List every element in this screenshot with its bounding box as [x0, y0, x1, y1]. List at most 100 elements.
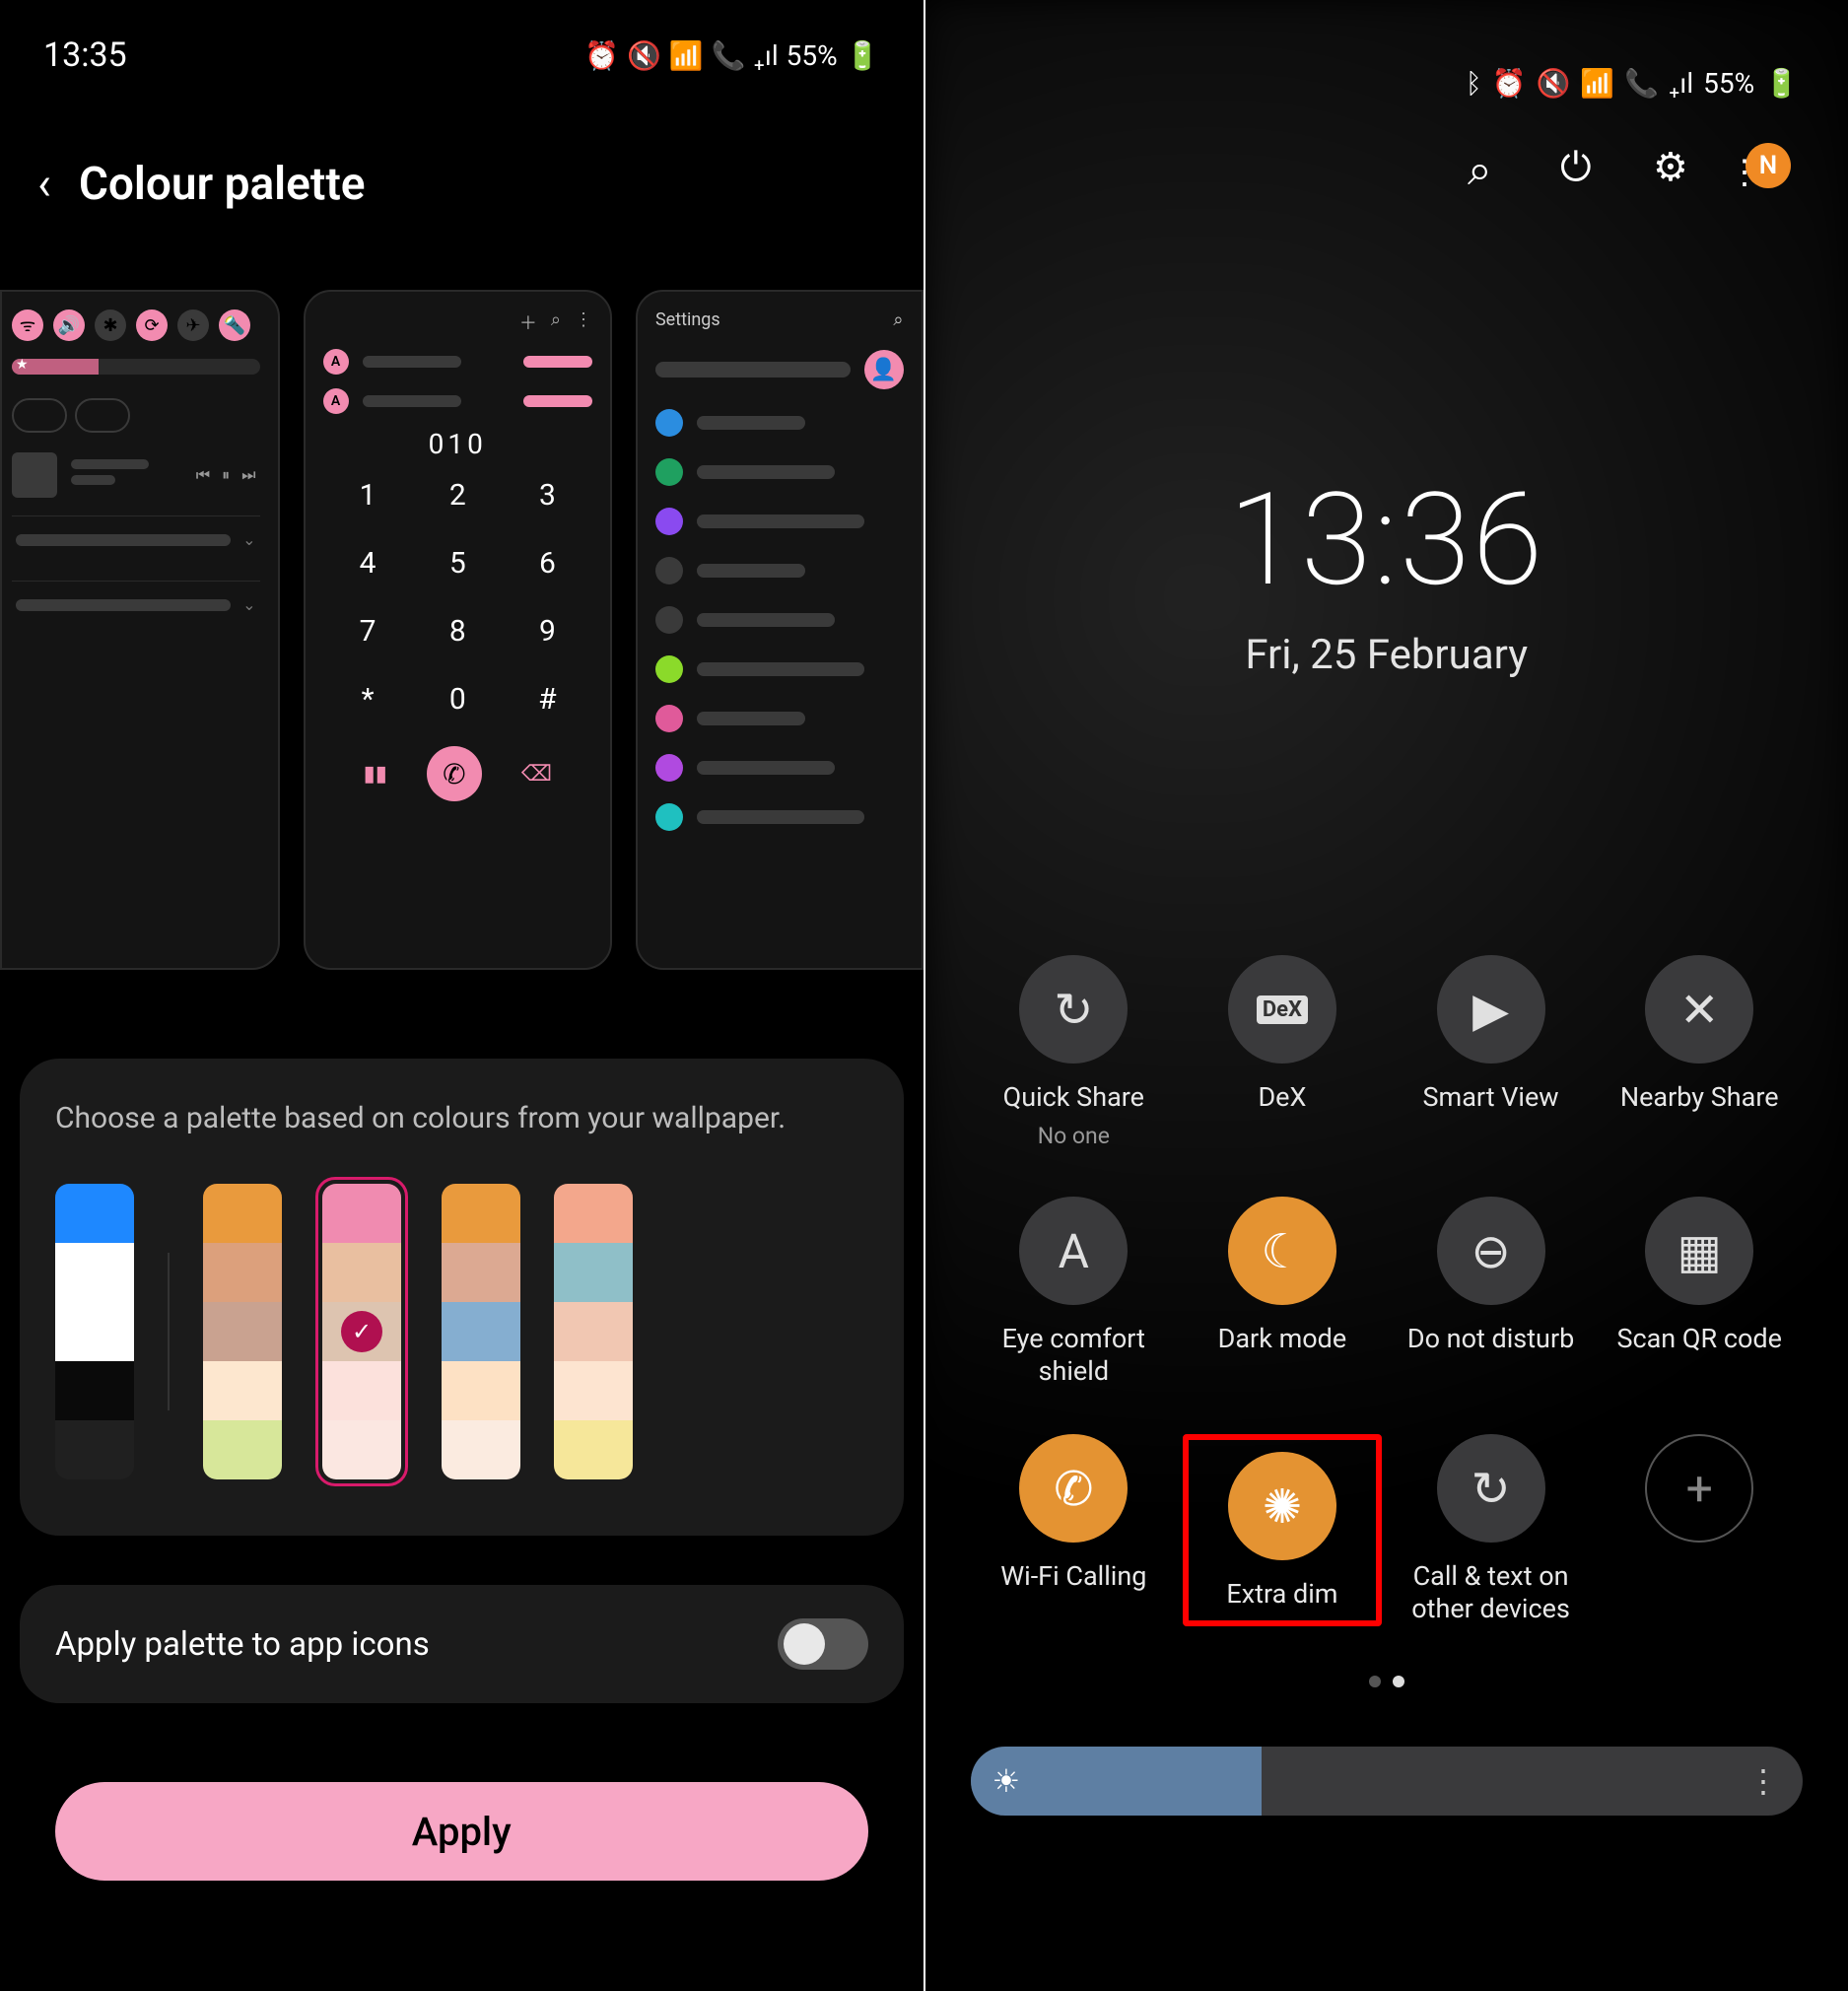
battery-pct: 55% — [787, 39, 838, 72]
add-icon: + — [1645, 1434, 1753, 1543]
settings-gear-icon[interactable]: ⚙ — [1653, 144, 1696, 187]
dial-key: 1 — [323, 478, 413, 513]
palette-swatch[interactable] — [554, 1184, 633, 1479]
settings-item-icon — [655, 409, 683, 437]
qs-tile-dnd[interactable]: ⊖Do not disturb — [1392, 1197, 1591, 1387]
status-right: ⏰ 🔇 📶 📞 ₊ıl 55% 🔋 — [584, 39, 879, 72]
qs-tile-dex[interactable]: DeX DeX — [1183, 955, 1382, 1149]
qs-tile-smart-view[interactable]: ▶Smart View — [1392, 955, 1591, 1149]
dex-icon: DeX — [1228, 955, 1336, 1064]
palette-panel: Choose a palette based on colours from y… — [20, 1059, 904, 1536]
signal-icon: ₊ıl — [754, 39, 779, 72]
contact-avatar: A — [323, 388, 349, 414]
wifi-calling-icon: ✆ — [1019, 1434, 1128, 1543]
palette-swatch[interactable] — [203, 1184, 282, 1479]
qs-tile-label: Eye comfort shield — [975, 1323, 1174, 1387]
palette-swatch[interactable]: ✓ — [315, 1177, 408, 1486]
dial-key: # — [503, 682, 592, 717]
qs-tile-eye-comfort[interactable]: A Eye comfort shield — [975, 1197, 1174, 1387]
battery-icon: 🔋 — [846, 39, 880, 72]
settings-item-label — [697, 515, 864, 528]
preview-dialer[interactable]: ＋⌕⋮ A A 010 123456789*0# ▮▮ ✆ ⌫ — [304, 290, 612, 970]
swatch-divider — [168, 1253, 170, 1410]
apply-icons-row[interactable]: Apply palette to app icons — [20, 1585, 904, 1703]
search-icon[interactable]: ⌕ — [1468, 144, 1511, 187]
qs-tile-call-text[interactable]: ↻ Call & text on other devices — [1392, 1434, 1591, 1625]
contact-avatar: A — [323, 349, 349, 375]
palette-swatch[interactable] — [442, 1184, 520, 1479]
power-icon[interactable]: ⏻ — [1560, 144, 1604, 187]
dial-key: 0 — [413, 682, 503, 717]
preview-quick-settings[interactable]: ᯤ 🔊 ✱ ⟳ ✈ 🔦 ⏮ ⏸ ⏭ ⌄ ⌄ — [0, 290, 280, 970]
qs-tile-label: Do not disturb — [1407, 1323, 1574, 1354]
preview-brightness — [12, 359, 260, 375]
settings-item-icon — [655, 754, 683, 782]
clock-date: Fri, 25 February — [945, 631, 1829, 679]
qs-tile-wifi-calling[interactable]: ✆Wi-Fi Calling — [975, 1434, 1174, 1625]
qs-tile-label: DeX — [1258, 1081, 1306, 1113]
qs-tile-label: Extra dim — [1226, 1578, 1337, 1610]
pager-dot-active — [1393, 1676, 1404, 1687]
wifi-icon: 📶 — [1580, 67, 1614, 100]
eye-comfort-icon: A — [1019, 1197, 1128, 1305]
qs-tile-label: Call & text on other devices — [1392, 1560, 1591, 1624]
video-call-icon: ▮▮ — [364, 762, 387, 787]
settings-item-icon — [655, 508, 683, 535]
qs-tile-extra-dim[interactable]: ✺Extra dim — [1183, 1434, 1382, 1625]
settings-preview-row — [655, 803, 904, 831]
battery-pct: 55% — [1703, 67, 1754, 100]
apply-icons-toggle[interactable] — [778, 1618, 868, 1670]
settings-preview-row — [655, 458, 904, 486]
qs-torch-icon: 🔦 — [219, 309, 250, 341]
palette-swatch[interactable] — [55, 1184, 134, 1479]
settings-item-label — [697, 564, 805, 578]
qs-sound-icon: 🔊 — [53, 309, 85, 341]
qs-tile-scan-qr[interactable]: ▦Scan QR code — [1600, 1197, 1799, 1387]
dial-number: 010 — [323, 428, 592, 460]
qs-tile-sublabel: No one — [1038, 1123, 1110, 1149]
settings-item-icon — [655, 705, 683, 732]
quick-settings-grid: ↻ Quick Share No one DeX DeX ▶Smart View✕Near… — [975, 955, 1800, 1626]
bluetooth-icon: ᛒ — [1466, 67, 1482, 100]
account-avatar-icon: 👤 — [864, 350, 904, 389]
settings-item-icon — [655, 458, 683, 486]
settings-preview-row — [655, 409, 904, 437]
selected-check-icon: ✓ — [341, 1311, 382, 1352]
battery-icon: 🔋 — [1764, 67, 1799, 100]
settings-item-icon — [655, 557, 683, 584]
mute-icon: 🔇 — [1537, 67, 1571, 100]
qs-tile-label: Scan QR code — [1616, 1323, 1781, 1354]
call-text-icon: ↻ — [1437, 1434, 1545, 1543]
search-icon: ⌕ — [551, 309, 561, 335]
cover-art — [12, 452, 57, 498]
palette-desc: Choose a palette based on colours from y… — [55, 1098, 868, 1139]
qs-tile-label: Nearby Share — [1620, 1081, 1779, 1113]
preview-settings[interactable]: Settings⌕ 👤 — [636, 290, 924, 970]
qs-tile-quick-share[interactable]: ↻ Quick Share No one — [975, 955, 1174, 1149]
settings-item-label — [697, 613, 835, 627]
preview-contact-row: A — [323, 349, 592, 375]
qs-tile-add[interactable]: + — [1600, 1434, 1799, 1625]
preview-media-player: ⏮ ⏸ ⏭ — [12, 452, 260, 498]
settings-preview-row — [655, 606, 904, 634]
preview-chip — [12, 398, 67, 433]
quick-share-icon: ↻ — [1019, 955, 1128, 1064]
more-icon: ⋮ — [1728, 153, 1761, 192]
settings-item-icon — [655, 655, 683, 683]
qs-bt-icon: ✱ — [95, 309, 126, 341]
back-button[interactable]: ‹ — [37, 158, 51, 211]
qs-tile-label: Quick Share — [1003, 1081, 1144, 1113]
qs-tile-nearby-share[interactable]: ✕Nearby Share — [1600, 955, 1799, 1149]
wifi-icon: 📶 — [669, 39, 704, 72]
mute-icon: 🔇 — [627, 39, 661, 72]
brightness-slider[interactable]: ☀ ⋮ — [971, 1747, 1804, 1816]
dial-key: 8 — [413, 614, 503, 649]
qs-tile-dark-mode[interactable]: ☾Dark mode — [1183, 1197, 1382, 1387]
apply-button[interactable]: Apply — [55, 1782, 868, 1881]
settings-item-icon — [655, 803, 683, 831]
more-menu[interactable]: N ⋮ — [1745, 143, 1791, 188]
brightness-icon: ☀ — [992, 1762, 1021, 1800]
qs-tile-label: Dark mode — [1218, 1323, 1347, 1354]
palette-swatches: ✓ — [55, 1177, 868, 1486]
brightness-more-icon[interactable]: ⋮ — [1747, 1762, 1779, 1800]
